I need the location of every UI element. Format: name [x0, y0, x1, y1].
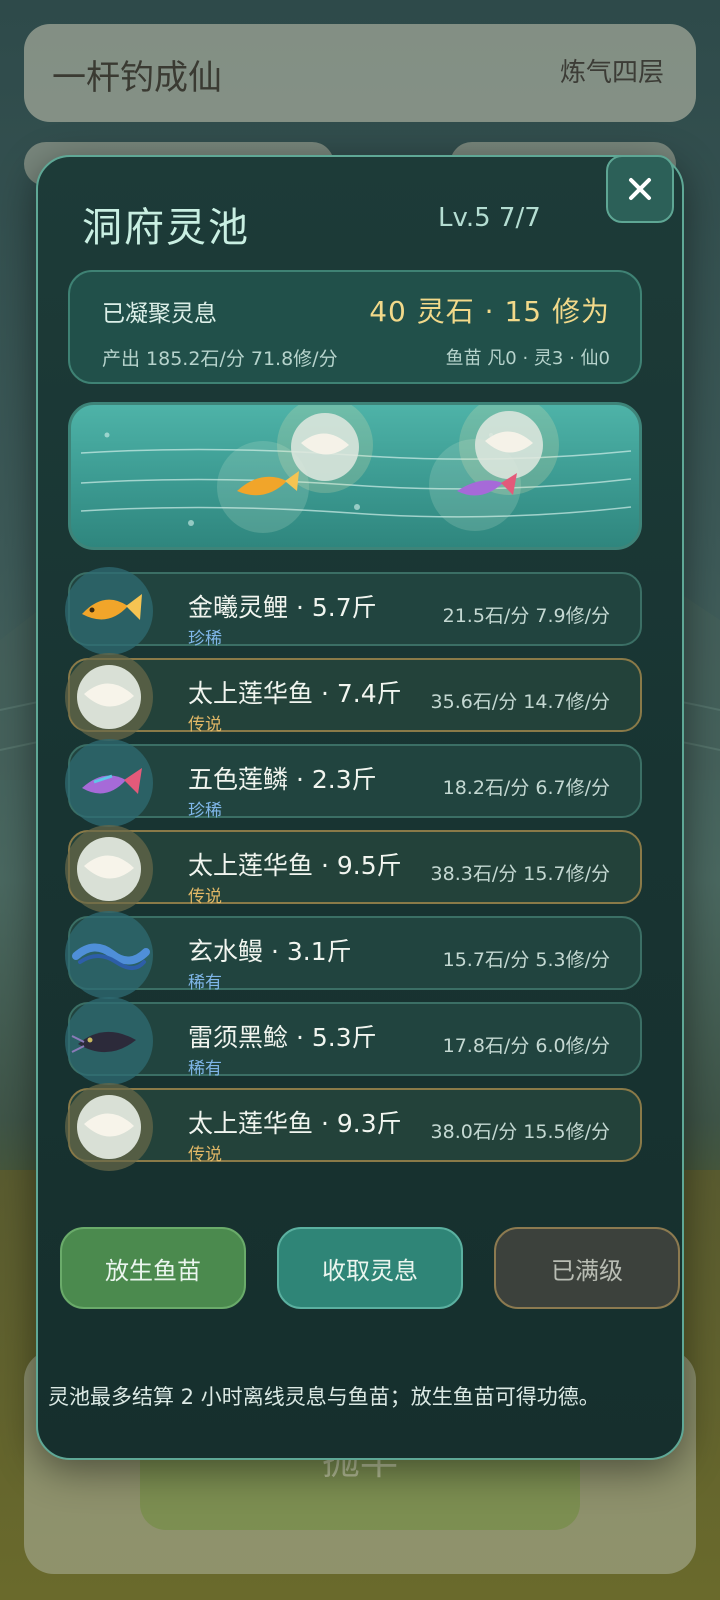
catfish-icon	[65, 997, 153, 1085]
fry-count: 鱼苗 凡0 · 灵3 · 仙0	[445, 348, 610, 369]
fish-rarity: 珍稀	[188, 801, 222, 821]
app-title: 一杆钓成仙	[52, 58, 222, 98]
fish-name: 金曦灵鲤 · 5.7斤	[188, 593, 377, 622]
fish-rate: 38.3石/分 15.7修/分	[430, 863, 610, 885]
pond-level: Lv.5 7/7	[438, 203, 541, 233]
fish-rarity: 传说	[188, 715, 222, 735]
close-icon	[629, 178, 651, 200]
aura-value: 40 灵石 · 15 修为	[369, 295, 610, 328]
aura-summary: 已凝聚灵息 40 灵石 · 15 修为 产出 185.2石/分 71.8修/分 …	[68, 270, 642, 384]
max-level-button[interactable]: 已满级	[494, 1227, 680, 1309]
list-item[interactable]: 五色莲鳞 · 2.3斤 珍稀 18.2石/分 6.7修/分	[65, 739, 642, 827]
fish-rate: 18.2石/分 6.7修/分	[442, 777, 610, 799]
fish-rate: 15.7石/分 5.3修/分	[442, 949, 610, 971]
pond-note: 灵池最多结算 2 小时离线灵息与鱼苗；放生鱼苗可得功德。	[48, 1385, 600, 1409]
fish-rarity: 稀有	[188, 973, 222, 993]
fish-rarity: 传说	[188, 887, 222, 907]
list-item[interactable]: 雷须黑鲶 · 5.3斤 稀有 17.8石/分 6.0修/分	[65, 997, 642, 1085]
realm-label: 炼气四层	[559, 58, 664, 88]
pond-illustration	[80, 405, 632, 533]
fish-rarity: 传说	[188, 1145, 222, 1165]
lotus-fish-icon	[65, 825, 153, 913]
list-item[interactable]: 太上莲华鱼 · 9.3斤 传说 38.0石/分 15.5修/分	[65, 1083, 642, 1171]
list-item[interactable]: 太上莲华鱼 · 9.5斤 传说 38.3石/分 15.7修/分	[65, 825, 642, 913]
output-rate: 产出 185.2石/分 71.8修/分	[102, 348, 338, 370]
fish-rarity: 稀有	[188, 1059, 222, 1079]
rainbow-fish-icon	[65, 739, 153, 827]
list-item[interactable]: 太上莲华鱼 · 7.4斤 传说 35.6石/分 14.7修/分	[65, 653, 642, 741]
eel-icon	[65, 911, 153, 999]
close-button[interactable]	[606, 155, 674, 223]
spirit-pond-dialog: 洞府灵池 Lv.5 7/7 已凝聚灵息 40 灵石 · 15 修为 产出 185…	[36, 155, 684, 1460]
list-item[interactable]: 玄水鳗 · 3.1斤 稀有 15.7石/分 5.3修/分	[65, 911, 642, 999]
dialog-title: 洞府灵池	[82, 205, 250, 251]
fish-name: 雷须黑鲶 · 5.3斤	[188, 1023, 377, 1052]
fish-name: 太上莲华鱼 · 9.3斤	[188, 1109, 402, 1138]
golden-carp-icon	[65, 567, 153, 655]
fish-rate: 38.0石/分 15.5修/分	[430, 1121, 610, 1143]
collect-aura-button[interactable]: 收取灵息	[277, 1227, 463, 1309]
fish-rate: 21.5石/分 7.9修/分	[442, 605, 610, 627]
fish-rate: 35.6石/分 14.7修/分	[430, 691, 610, 713]
release-fry-button[interactable]: 放生鱼苗	[60, 1227, 246, 1309]
lotus-fish-icon	[65, 1083, 153, 1171]
aura-label: 已凝聚灵息	[102, 301, 217, 327]
fish-name: 太上莲华鱼 · 7.4斤	[188, 679, 402, 708]
pond-view	[68, 402, 642, 550]
list-item[interactable]: 金曦灵鲤 · 5.7斤 珍稀 21.5石/分 7.9修/分	[65, 567, 642, 655]
fish-rarity: 珍稀	[188, 629, 222, 649]
lotus-fish-icon	[65, 653, 153, 741]
fish-name: 太上莲华鱼 · 9.5斤	[188, 851, 402, 880]
fish-name: 五色莲鳞 · 2.3斤	[188, 765, 377, 794]
fish-name: 玄水鳗 · 3.1斤	[188, 937, 352, 966]
fish-rate: 17.8石/分 6.0修/分	[442, 1035, 610, 1057]
